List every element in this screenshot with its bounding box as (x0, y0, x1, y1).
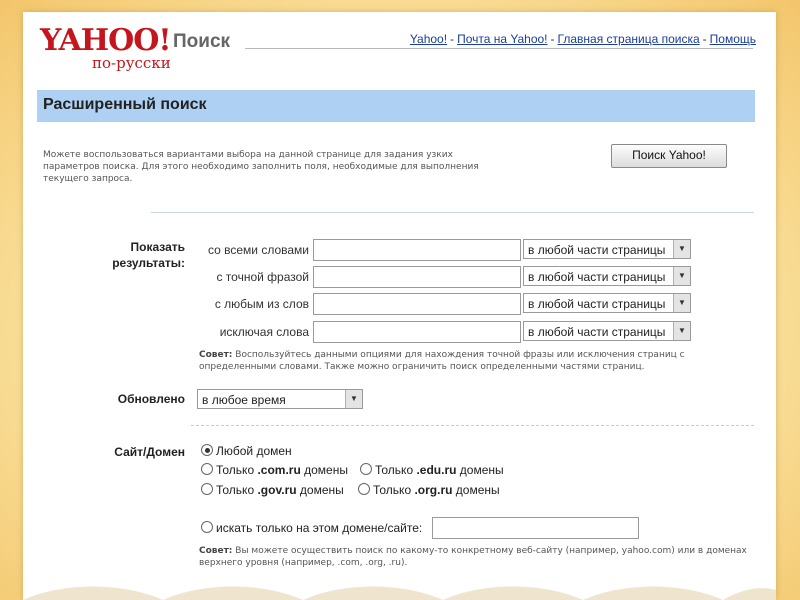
tip-label: Совет: (199, 350, 233, 360)
yahoo-logo[interactable]: YAHOO! по-русски (40, 24, 190, 76)
domain-option-site-only[interactable]: искать только на этом домене/сайте: (201, 521, 422, 535)
section-divider (151, 212, 754, 213)
any-words-location-select[interactable]: в любой части страницы ▼ (523, 293, 691, 313)
tip-label: Совет: (199, 546, 233, 556)
domain-option-com-ru[interactable]: Только .com.ru домены (201, 463, 348, 477)
select-value: в любой части страницы (528, 325, 666, 339)
option-suffix: домены (300, 463, 348, 477)
all-words-location-select[interactable]: в любой части страницы ▼ (523, 239, 691, 259)
page-title-bar: Расширенный поиск (37, 90, 755, 122)
page: YAHOO! по-русски Поиск Yahoo! - Почта на Y… (23, 12, 776, 600)
option-domain: .org.ru (414, 483, 453, 497)
domain-option-org-ru[interactable]: Только .org.ru домены (358, 483, 500, 497)
select-value: в любой части страницы (528, 270, 666, 284)
chevron-down-icon: ▼ (673, 322, 690, 340)
select-value: в любой части страницы (528, 243, 666, 257)
results-tip: Совет: Воспользуйтесь данными опциями дл… (199, 349, 749, 373)
exclude-words-label: исключая слова (219, 325, 309, 339)
chevron-down-icon: ▼ (673, 294, 690, 312)
radio-selected-icon[interactable] (201, 444, 213, 456)
header-divider (245, 48, 753, 49)
option-domain: .gov.ru (257, 483, 297, 497)
nav-separator: - (702, 32, 707, 46)
nav-yahoo-link[interactable]: Yahoo! (410, 32, 447, 46)
radio-icon[interactable] (201, 483, 213, 495)
section-divider-dashed (191, 425, 754, 426)
option-domain: .edu.ru (416, 463, 457, 477)
radio-icon[interactable] (201, 521, 213, 533)
option-domain: .com.ru (257, 463, 301, 477)
intro-text: Можете воспользоваться вариантами выбора… (43, 150, 479, 184)
option-label: Любой домен (216, 444, 292, 458)
chevron-down-icon: ▼ (673, 240, 690, 258)
option-label: искать только на этом домене/сайте: (216, 521, 423, 535)
updated-select[interactable]: в любое время ▼ (197, 389, 363, 409)
updated-label: Обновлено (117, 392, 185, 406)
all-words-input[interactable] (313, 239, 521, 261)
top-nav: Yahoo! - Почта на Yahoo! - Главная страница … (410, 32, 756, 46)
nav-search-home-link[interactable]: Главная страница поиска (558, 32, 700, 46)
chevron-down-icon: ▼ (345, 390, 362, 408)
option-suffix: домены (296, 483, 344, 497)
any-words-label: с любым из слов (214, 297, 309, 311)
logo-subtitle: по-русски (92, 54, 171, 72)
domain-option-edu-ru[interactable]: Только .edu.ru домены (360, 463, 504, 477)
all-words-label: со всеми словами (207, 243, 309, 257)
option-suffix: домены (456, 463, 504, 477)
page-title: Расширенный поиск (43, 96, 207, 113)
nav-mail-link[interactable]: Почта на Yahoo! (457, 32, 547, 46)
site-domain-input[interactable] (432, 517, 639, 539)
radio-icon[interactable] (358, 483, 370, 495)
yahoo-search-button[interactable]: Поиск Yahoo! (611, 144, 727, 168)
exact-phrase-input[interactable] (313, 266, 521, 288)
domain-option-any[interactable]: Любой домен (201, 444, 292, 458)
nav-help-link[interactable]: Помощь (710, 32, 756, 46)
exact-phrase-location-select[interactable]: в любой части страницы ▼ (523, 266, 691, 286)
radio-icon[interactable] (201, 463, 213, 475)
domain-option-gov-ru[interactable]: Только .gov.ru домены (201, 483, 344, 497)
exclude-words-location-select[interactable]: в любой части страницы ▼ (523, 321, 691, 341)
option-prefix: Только (375, 463, 417, 477)
tip-text: Вы можете осуществить поиск по какому-то… (199, 546, 747, 568)
radio-icon[interactable] (360, 463, 372, 475)
show-results-label: Показать результаты: (93, 239, 185, 271)
site-tip: Совет: Вы можете осуществить поиск по ка… (199, 545, 754, 569)
show-results-label-line2: результаты: (112, 256, 185, 270)
search-title: Поиск (173, 31, 231, 52)
any-words-input[interactable] (313, 293, 521, 315)
nav-separator: - (550, 32, 555, 46)
select-value: в любое время (202, 393, 286, 407)
nav-separator: - (450, 32, 455, 46)
show-results-label-line1: Показать (130, 240, 185, 254)
logo-text: YAHOO! (40, 23, 172, 58)
select-value: в любой части страницы (528, 297, 666, 311)
exclude-words-input[interactable] (313, 321, 521, 343)
footer-decoration (23, 586, 776, 600)
site-domain-label: Сайт/Домен (114, 445, 185, 459)
tip-text: Воспользуйтесь данными опциями для нахож… (199, 350, 685, 372)
option-prefix: Только (216, 483, 258, 497)
option-suffix: домены (452, 483, 500, 497)
option-prefix: Только (373, 483, 415, 497)
chevron-down-icon: ▼ (673, 267, 690, 285)
option-prefix: Только (216, 463, 258, 477)
exact-phrase-label: с точной фразой (216, 270, 309, 284)
